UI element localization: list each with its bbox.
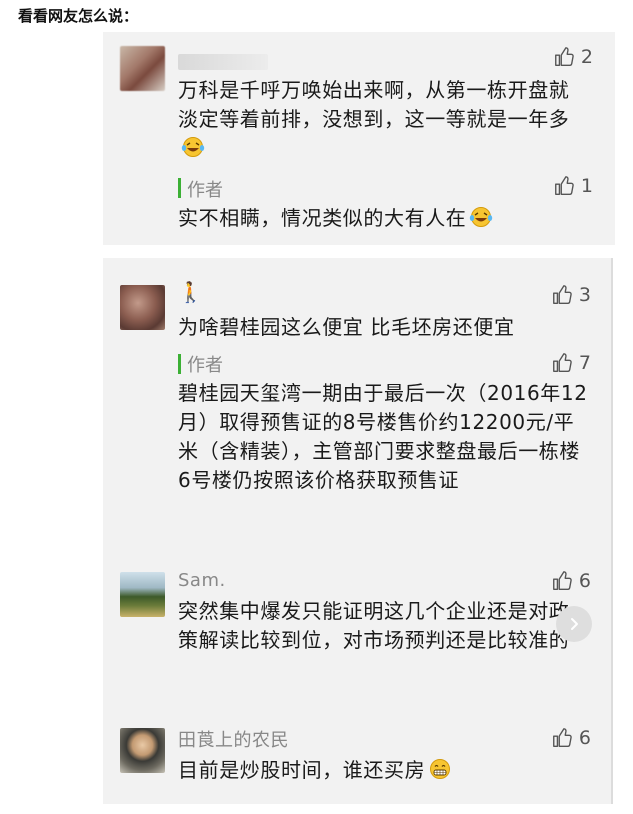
avatar[interactable] bbox=[120, 572, 165, 617]
comment-text: 突然集中爆发只能证明这几个企业还是对政策解读比较到位，对市场预判还是比较准的 bbox=[178, 599, 570, 652]
laughing-emoji-icon bbox=[181, 137, 205, 157]
reply-like-button[interactable]: 7 bbox=[551, 352, 591, 374]
avatar[interactable] bbox=[120, 46, 165, 91]
comment-panel-1: 2 万科是千呼万唤始出来啊，从第一栋开盘就淡定等着前排，没想到，这一等就是一年多… bbox=[103, 32, 615, 245]
author-reply-marker bbox=[178, 354, 181, 374]
author-reply-marker bbox=[178, 178, 181, 198]
like-count: 3 bbox=[578, 284, 591, 306]
like-button[interactable]: 6 bbox=[551, 570, 591, 592]
like-button[interactable]: 6 bbox=[551, 727, 591, 749]
comment-text: 万科是千呼万唤始出来啊，从第一栋开盘就淡定等着前排，没想到，这一等就是一年多 bbox=[178, 76, 588, 163]
laughing-emoji-icon bbox=[470, 207, 493, 227]
like-count: 6 bbox=[578, 570, 591, 592]
thumbs-up-icon bbox=[552, 285, 572, 304]
page-heading: 看看网友怎么说： bbox=[18, 7, 139, 25]
like-count: 6 bbox=[578, 727, 591, 749]
panel-edge bbox=[611, 258, 613, 804]
avatar[interactable] bbox=[120, 728, 165, 773]
thumbs-up-icon bbox=[554, 47, 574, 66]
reply-text: 实不相瞒，情况类似的大有人在 bbox=[178, 204, 588, 233]
reply-like-button[interactable]: 1 bbox=[553, 175, 593, 197]
grinning-emoji-icon bbox=[430, 759, 451, 779]
chevron-right-icon bbox=[571, 618, 578, 630]
like-button[interactable]: 3 bbox=[551, 284, 591, 306]
reply-text: 碧桂园天玺湾一期由于最后一次（2016年12月）取得预售证的8号楼售价约1220… bbox=[178, 381, 588, 492]
username[interactable]: 田莨上的农民 bbox=[178, 726, 289, 752]
username-blurred[interactable] bbox=[178, 54, 268, 70]
like-count: 2 bbox=[580, 46, 593, 68]
like-count: 1 bbox=[580, 175, 593, 197]
like-button[interactable]: 2 bbox=[553, 46, 593, 68]
username[interactable]: 🚶 bbox=[178, 280, 203, 304]
comment-text: 目前是炒股时间，谁还买房 bbox=[178, 756, 588, 785]
comment-text: 为啥碧桂园这么便宜 比毛坯房还便宜 bbox=[178, 315, 515, 339]
like-count: 7 bbox=[578, 352, 591, 374]
avatar[interactable] bbox=[120, 285, 165, 330]
thumbs-up-icon bbox=[552, 728, 572, 747]
username[interactable]: Sam. bbox=[178, 570, 226, 591]
reply-author: 作者 bbox=[187, 180, 223, 201]
reply-author: 作者 bbox=[187, 355, 223, 376]
thumbs-up-icon bbox=[554, 176, 574, 195]
thumbs-up-icon bbox=[552, 571, 572, 590]
comment-panel-2: 🚶 3 为啥碧桂园这么便宜 比毛坯房还便宜 作者 7 碧桂园天玺湾一期由于最后一… bbox=[103, 258, 613, 804]
scroll-right-button[interactable] bbox=[556, 606, 592, 642]
thumbs-up-icon bbox=[552, 353, 572, 372]
